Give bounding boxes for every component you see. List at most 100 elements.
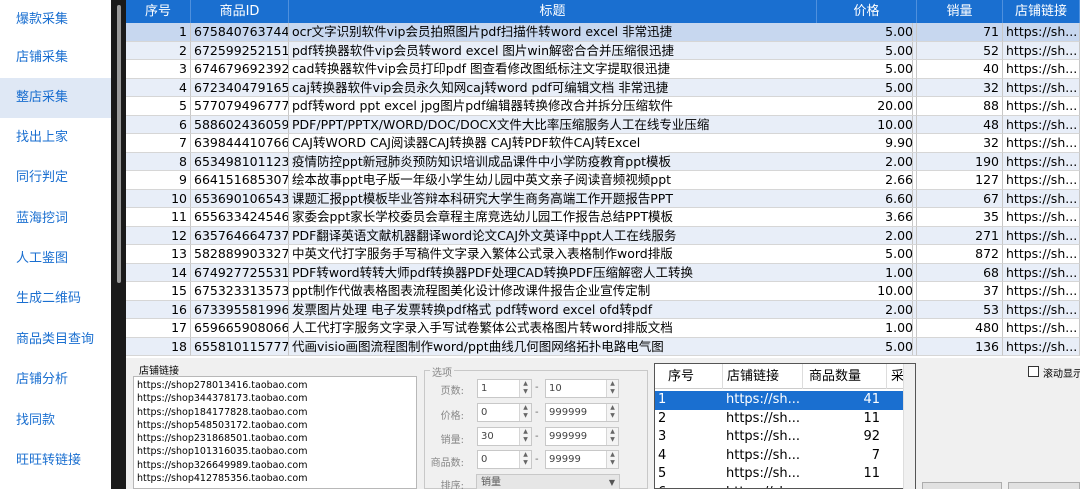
table-row[interactable]: 3 674679692392 cad转换器软件vip会员打印pdf 图查看修改图纸标…	[126, 60, 1080, 79]
cell-index: 9	[126, 171, 191, 190]
table-row[interactable]: 9 664151685307 绘本故事ppt电子版一年级小学生幼儿园中英文亲子阅读音…	[126, 171, 1080, 190]
table-row[interactable]: 14 674927725531 PDF转word转转大师pdf转换器PDF处理CAD…	[126, 263, 1080, 282]
cell-product-id: 674927725531	[191, 263, 289, 282]
sidebar-scrollbar-thumb[interactable]	[117, 5, 121, 283]
shop-cell-index: 6	[655, 484, 720, 489]
shop-link-line: https://shop344378173.taobao.com	[137, 393, 308, 405]
chevron-down-icon: ▼	[608, 478, 615, 487]
spin-arrows-icon[interactable]: ▲ ▼	[606, 428, 618, 445]
sidebar-item-shop-collect[interactable]: 店铺采集	[0, 38, 111, 78]
count-from-spinbox[interactable]: 0 ▲ ▼	[477, 450, 532, 469]
cell-sales: 872	[917, 245, 1003, 264]
cell-index: 12	[126, 226, 191, 245]
cell-shop-link: https://sh...	[1003, 97, 1080, 116]
shop-cell-index: 2	[658, 410, 667, 426]
pages-to-spinbox[interactable]: 10 ▲ ▼	[545, 379, 619, 398]
shop-table-row[interactable]: 4 https://sh... 7	[655, 447, 915, 466]
spin-arrows-icon[interactable]: ▲ ▼	[519, 451, 531, 468]
spin-arrows-icon[interactable]: ▲ ▼	[606, 451, 618, 468]
sidebar-item-find-same[interactable]: 找同款	[0, 401, 111, 441]
sidebar-item-manual-image-check[interactable]: 人工鉴图	[0, 239, 111, 279]
sidebar-item-shop-analysis[interactable]: 店铺分析	[0, 360, 111, 400]
sidebar-item-category-query[interactable]: 商品类目查询	[0, 320, 111, 360]
table-row[interactable]: 2 672599252151 pdf转换器软件vip会员转word excel 图片…	[126, 41, 1080, 60]
cell-index: 5	[126, 97, 191, 116]
col-header-sales[interactable]: 销量	[917, 0, 1003, 23]
col-header-title[interactable]: 标题	[289, 0, 817, 23]
table-row[interactable]: 13 582889903327 中英文代打字服务手写稿件文字录入繁体公式录入表格制作…	[126, 245, 1080, 264]
table-row[interactable]: 16 673395581996 发票图片处理 电子发票转换pdf格式 pdf转wor…	[126, 300, 1080, 319]
price-to-spinbox[interactable]: 999999 ▲ ▼	[545, 403, 619, 422]
table-row[interactable]: 12 635764664737 PDF翻译英语文献机器翻译word论文CAJ外文英译…	[126, 226, 1080, 245]
cell-shop-link: https://sh...	[1003, 41, 1080, 60]
cell-shop-link: https://sh...	[1003, 23, 1080, 42]
shop-cell-count: 7	[871, 447, 880, 463]
cell-product-id: 655633424546	[191, 208, 289, 227]
pages-from-spinbox[interactable]: 1 ▲ ▼	[477, 379, 532, 398]
price-from-value: 0	[481, 407, 488, 418]
col-header-shop-link[interactable]: 店铺链接	[1003, 0, 1080, 23]
cell-sales: 88	[917, 97, 1003, 116]
shop-table-row[interactable]: 6https://sh......	[655, 484, 915, 489]
table-row[interactable]: 5 577079496777 pdf转word ppt excel jpg图片pdf…	[126, 97, 1080, 116]
col-header-index[interactable]: 序号	[126, 0, 191, 23]
action-button-2[interactable]	[1008, 482, 1080, 489]
cell-price: 2.66	[817, 171, 917, 190]
range-dash: -	[535, 431, 539, 442]
cell-index: 18	[126, 337, 191, 356]
cell-product-id: 577079496777	[191, 97, 289, 116]
table-row[interactable]: 15 675323313573 ppt制作代做表格图表流程图美化设计修改课件报告企业…	[126, 282, 1080, 301]
shop-table-row[interactable]: 5 https://sh... 11	[655, 465, 915, 484]
shop-cell-index: 4	[658, 447, 667, 463]
table-row[interactable]: 7 639844410766 CAJ转WORD CAJ阅读器CAJ转换器 CAJ转P…	[126, 134, 1080, 153]
spin-arrows-icon[interactable]: ▲ ▼	[606, 404, 618, 421]
shop-table-row[interactable]: 1 https://sh... 41	[655, 391, 915, 410]
shop-table-row[interactable]: 3 https://sh... 92	[655, 428, 915, 447]
table-row[interactable]: 1 675840763744 ocr文字识别软件vip会员拍照图片pdf扫描件转wo…	[126, 23, 1080, 42]
scroll-display-checkbox[interactable]	[1028, 366, 1039, 377]
table-row[interactable]: 4 672340479165 caj转换器软件vip会员永久知网caj转word p…	[126, 78, 1080, 97]
spin-arrows-icon[interactable]: ▲ ▼	[519, 380, 531, 397]
col-header-price[interactable]: 价格	[817, 0, 917, 23]
spin-arrows-icon[interactable]: ▲ ▼	[519, 404, 531, 421]
sort-select[interactable]: 销量 ▼	[476, 474, 620, 489]
cell-product-id: 675840763744	[191, 23, 289, 42]
cell-sales: 67	[917, 189, 1003, 208]
sidebar-item-peer-judge[interactable]: 同行判定	[0, 158, 111, 198]
sidebar-item-wangwang-link[interactable]: 旺旺转链接	[0, 441, 111, 481]
sidebar-item-find-supplier[interactable]: 找出上家	[0, 118, 111, 158]
sales-to-spinbox[interactable]: 999999 ▲ ▼	[545, 427, 619, 446]
action-button-1[interactable]	[922, 482, 1002, 489]
cell-index: 4	[126, 78, 191, 97]
col-header-product-id[interactable]: 商品ID	[191, 0, 289, 23]
table-row[interactable]: 6 588602436059 PDF/PPT/PPTX/WORD/DOC/DOCX文…	[126, 115, 1080, 134]
shop-col-header-index[interactable]: 序号	[655, 364, 723, 389]
shop-links-textarea[interactable]: https://shop278013416.taobao.com https:/…	[133, 376, 417, 489]
shop-col-header-link[interactable]: 店铺链接	[723, 364, 803, 389]
sales-to-value: 999999	[549, 431, 588, 442]
sales-from-spinbox[interactable]: 30 ▲ ▼	[477, 427, 532, 446]
sidebar-item-whole-shop-collect[interactable]: 整店采集	[0, 78, 111, 118]
table-row[interactable]: 8 653498101123 疫情防控ppt新冠肺炎预防知识培训成品课件中小学防疫教…	[126, 152, 1080, 171]
range-dash: -	[535, 382, 539, 393]
table-row[interactable]: 10 653690106543 课题汇报ppt模板毕业答辩本科研究大学生商务高端工作…	[126, 189, 1080, 208]
sidebar-item-hot-collect[interactable]: 爆款采集	[0, 0, 111, 40]
spin-arrows-icon[interactable]: ▲ ▼	[519, 428, 531, 445]
shop-col-header-count[interactable]: 商品数量	[803, 364, 887, 389]
price-from-spinbox[interactable]: 0 ▲ ▼	[477, 403, 532, 422]
count-to-spinbox[interactable]: 99999 ▲ ▼	[545, 450, 619, 469]
spin-arrows-icon[interactable]: ▲ ▼	[606, 380, 618, 397]
cell-product-id: 673395581996	[191, 300, 289, 319]
table-row[interactable]: 18 655810115777 代画visio画图流程图制作word/ppt曲线几何…	[126, 337, 1080, 356]
sidebar-item-blue-ocean-keywords[interactable]: 蓝海挖词	[0, 199, 111, 239]
shop-table-scrollbar[interactable]	[903, 364, 915, 489]
count-to-value: 99999	[549, 454, 581, 465]
table-row[interactable]: 17 659665908066 人工代打字服务文字录入手写试卷繁体公式表格图片转wo…	[126, 319, 1080, 338]
cell-sales: 40	[917, 60, 1003, 79]
table-row[interactable]: 11 655633424546 家委会ppt家长学校委员会章程主席竞选幼儿园工作报告…	[126, 208, 1080, 227]
cell-sales: 32	[917, 78, 1003, 97]
sidebar-item-qrcode[interactable]: 生成二维码	[0, 279, 111, 319]
cell-index: 11	[126, 208, 191, 227]
shop-table-row[interactable]: 2 https://sh... 11	[655, 410, 915, 429]
cell-sales: 480	[917, 319, 1003, 338]
